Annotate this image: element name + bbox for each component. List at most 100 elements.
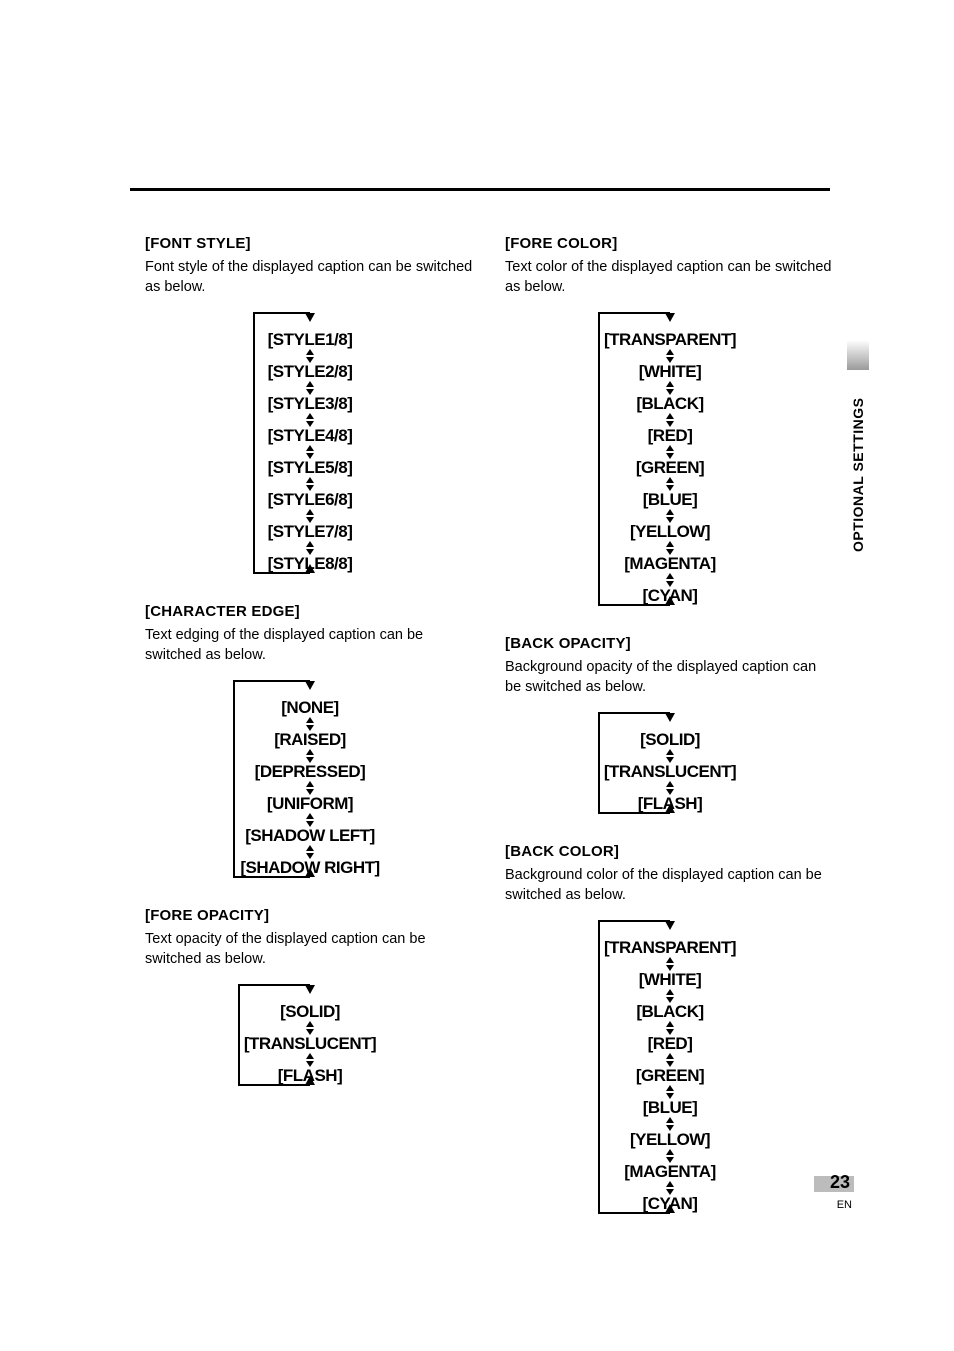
- page-number: 23: [830, 1172, 850, 1193]
- cycle-option: [YELLOW]: [595, 522, 745, 542]
- cycle-option: [STYLE2/8]: [250, 362, 370, 382]
- updown-icon: [305, 477, 315, 491]
- cycle-option: [BLUE]: [595, 490, 745, 510]
- updown-icon: [305, 1053, 315, 1067]
- updown-icon: [305, 749, 315, 763]
- updown-icon: [665, 1053, 675, 1067]
- cycle-diagram: [STYLE1/8] [STYLE2/8] [STYLE3/8] [STYLE4/8]…: [250, 311, 370, 575]
- section-tab: OPTIONAL SETTINGS: [847, 370, 869, 580]
- updown-icon: [305, 781, 315, 795]
- cycle-option: [STYLE3/8]: [250, 394, 370, 414]
- cycle-option: [TRANSPARENT]: [595, 938, 745, 958]
- section-heading: [BACK OPACITY]: [505, 635, 835, 652]
- cycle-diagram: [SOLID] [TRANSLUCENT] [FLASH]: [595, 711, 745, 815]
- updown-icon: [665, 509, 675, 523]
- section-description: Text edging of the displayed caption can…: [145, 626, 475, 665]
- settings-section: [CHARACTER EDGE] Text edging of the displ…: [145, 603, 475, 879]
- updown-icon: [665, 957, 675, 971]
- cycle-option: [NONE]: [230, 698, 390, 718]
- cycle-option: [BLACK]: [595, 1002, 745, 1022]
- section-heading: [FORE COLOR]: [505, 235, 835, 252]
- cycle-diagram: [TRANSPARENT] [WHITE] [BLACK] [RED] [GREEN] […: [595, 919, 745, 1215]
- updown-icon: [665, 413, 675, 427]
- cycle-option: [WHITE]: [595, 970, 745, 990]
- settings-section: [BACK COLOR] Background color of the disp…: [505, 843, 835, 1215]
- cycle-option: [STYLE1/8]: [250, 330, 370, 350]
- cycle-option: [STYLE6/8]: [250, 490, 370, 510]
- cycle-option: [SOLID]: [595, 730, 745, 750]
- cycle-option: [STYLE4/8]: [250, 426, 370, 446]
- updown-icon: [665, 1181, 675, 1195]
- updown-icon: [665, 381, 675, 395]
- cycle-option: [BLACK]: [595, 394, 745, 414]
- section-description: Background color of the displayed captio…: [505, 866, 835, 905]
- updown-icon: [665, 1021, 675, 1035]
- cycle-option: [RED]: [595, 1034, 745, 1054]
- updown-icon: [305, 381, 315, 395]
- cycle-option: [MAGENTA]: [595, 1162, 745, 1182]
- updown-icon: [665, 573, 675, 587]
- cycle-option: [FLASH]: [595, 794, 745, 814]
- cycle-option: [GREEN]: [595, 1066, 745, 1086]
- updown-icon: [665, 989, 675, 1003]
- section-description: Background opacity of the displayed capt…: [505, 658, 835, 697]
- section-heading: [BACK COLOR]: [505, 843, 835, 860]
- updown-icon: [665, 749, 675, 763]
- cycle-diagram: [TRANSPARENT][WHITE][BLACK][RED][GREEN][…: [595, 311, 745, 607]
- right-column: [FORE COLOR]Text color of the displayed …: [505, 235, 835, 1243]
- cycle-diagram: [NONE][RAISED][DEPRESSED][UNIFORM][SHADO…: [230, 679, 390, 879]
- updown-icon: [665, 781, 675, 795]
- cycle-option: [YELLOW]: [595, 1130, 745, 1150]
- cycle-option: [WHITE]: [595, 362, 745, 382]
- section-description: Font style of the displayed caption can …: [145, 258, 475, 297]
- settings-section: [FORE COLOR]Text color of the displayed …: [505, 235, 835, 607]
- cycle-option: [SHADOW RIGHT]: [230, 858, 390, 878]
- cycle-option: [STYLE8/8]: [250, 554, 370, 574]
- section-description: Text opacity of the displayed caption ca…: [145, 930, 475, 969]
- updown-icon: [305, 509, 315, 523]
- cycle-option: [DEPRESSED]: [230, 762, 390, 782]
- language-code: EN: [814, 1199, 854, 1211]
- tab-label: OPTIONAL SETTINGS: [847, 370, 869, 580]
- updown-icon: [305, 445, 315, 459]
- page-number-bg: 23: [814, 1176, 854, 1192]
- page-footer: 23 EN: [814, 1176, 854, 1211]
- updown-icon: [305, 717, 315, 731]
- cycle-diagram: [SOLID] [TRANSLUCENT] [FLASH]: [235, 983, 385, 1087]
- updown-icon: [665, 477, 675, 491]
- cycle-option: [TRANSLUCENT]: [235, 1034, 385, 1054]
- section-heading: [CHARACTER EDGE]: [145, 603, 475, 620]
- updown-icon: [665, 1149, 675, 1163]
- tab-gradient: [847, 340, 869, 370]
- cycle-option: [STYLE5/8]: [250, 458, 370, 478]
- cycle-option: [GREEN]: [595, 458, 745, 478]
- cycle-option: [SOLID]: [235, 1002, 385, 1022]
- updown-icon: [665, 349, 675, 363]
- updown-icon: [305, 541, 315, 555]
- updown-icon: [665, 541, 675, 555]
- cycle-option: [SHADOW LEFT]: [230, 826, 390, 846]
- updown-icon: [665, 1117, 675, 1131]
- updown-icon: [305, 845, 315, 859]
- cycle-option: [FLASH]: [235, 1066, 385, 1086]
- cycle-option: [CYAN]: [595, 1194, 745, 1214]
- updown-icon: [305, 813, 315, 827]
- updown-icon: [305, 413, 315, 427]
- section-heading: [FORE OPACITY]: [145, 907, 475, 924]
- cycle-option: [CYAN]: [595, 586, 745, 606]
- left-column: [FONT STYLE] Font style of the displayed …: [145, 235, 475, 1115]
- updown-icon: [305, 1021, 315, 1035]
- cycle-option: [TRANSLUCENT]: [595, 762, 745, 782]
- updown-icon: [665, 1085, 675, 1099]
- cycle-option: [RED]: [595, 426, 745, 446]
- settings-section: [BACK OPACITY] Background opacity of the …: [505, 635, 835, 815]
- cycle-option: [STYLE7/8]: [250, 522, 370, 542]
- settings-section: [FONT STYLE] Font style of the displayed …: [145, 235, 475, 575]
- cycle-option: [RAISED]: [230, 730, 390, 750]
- settings-section: [FORE OPACITY] Text opacity of the displa…: [145, 907, 475, 1087]
- cycle-option: [MAGENTA]: [595, 554, 745, 574]
- section-heading: [FONT STYLE]: [145, 235, 475, 252]
- updown-icon: [305, 349, 315, 363]
- header-rule: [130, 188, 830, 191]
- cycle-option: [BLUE]: [595, 1098, 745, 1118]
